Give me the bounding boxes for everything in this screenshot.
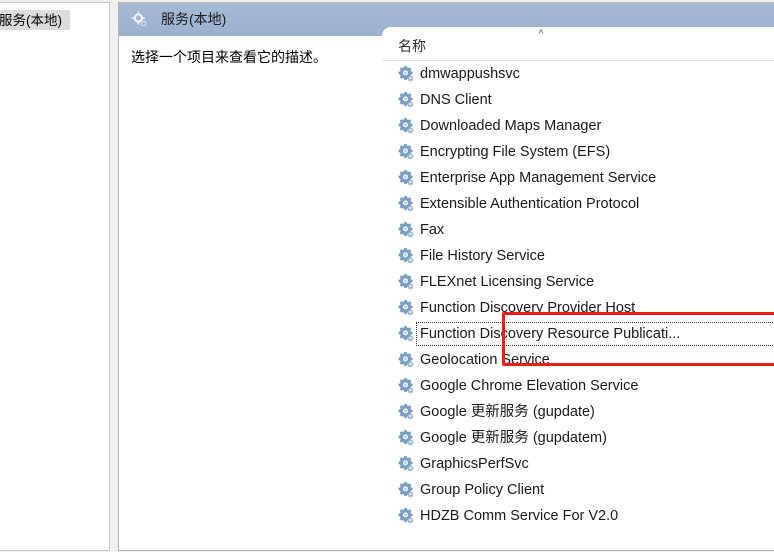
service-name-cell: Function Discovery Provider Host (420, 298, 635, 319)
service-gear-icon (398, 481, 415, 498)
service-list-row[interactable]: HDZB Comm Service For V2.0 正 (382, 503, 774, 529)
service-gear-icon (398, 273, 415, 290)
service-name-cell: GraphicsPerfSvc (420, 454, 529, 475)
service-list-row[interactable]: dmwappushsvc WAP... (382, 61, 774, 87)
service-name-cell: Fax (420, 220, 444, 241)
console-tree-pane: 服务(本地) (0, 2, 110, 551)
service-name-cell: Google 更新服务 (gupdatem) (420, 428, 607, 449)
service-list-row[interactable]: Enterprise App Management Service 启用... (382, 165, 774, 191)
service-list-row[interactable]: File History Service 将用... (382, 243, 774, 269)
service-name-cell: DNS Client (420, 90, 492, 111)
sort-ascending-icon: ^ (534, 29, 548, 39)
services-management-console: 服务(本地) (0, 0, 774, 552)
service-list-row[interactable]: Geolocation Service 此服... 正 (382, 347, 774, 373)
service-name-cell: Function Discovery Resource Publicati... (420, 324, 680, 345)
service-list-row[interactable]: Downloaded Maps Manager 供应... (382, 113, 774, 139)
service-gear-icon (398, 455, 415, 472)
service-name-cell: File History Service (420, 246, 545, 267)
service-gear-icon (398, 117, 415, 134)
service-list-row[interactable]: Google Chrome Elevation Service (382, 373, 774, 399)
service-gear-icon (398, 221, 415, 238)
service-gear-icon (398, 325, 415, 342)
service-name-cell: Enterprise App Management Service (420, 168, 656, 189)
service-list-row[interactable]: Encrypting File System (EFS) 提供... (382, 139, 774, 165)
service-gear-icon (398, 247, 415, 264)
pane-splitter[interactable] (111, 0, 118, 552)
service-list-row[interactable]: Google 更新服务 (gupdatem) 请确... (382, 425, 774, 451)
services-gear-icon (131, 11, 148, 28)
service-list-row[interactable]: FLEXnet Licensing Service This ... (382, 269, 774, 295)
service-name-cell: Google Chrome Elevation Service (420, 376, 638, 397)
service-name-cell: Geolocation Service (420, 350, 550, 371)
tree-item-services-local[interactable]: 服务(本地) (0, 10, 70, 30)
service-name-cell: Downloaded Maps Manager (420, 116, 601, 137)
service-list-row[interactable]: Group Policy Client 此服... (382, 477, 774, 503)
detail-hint-text: 选择一个项目来查看它的描述。 (131, 47, 327, 67)
service-list-row[interactable]: Extensible Authentication Protocol 可扩... (382, 191, 774, 217)
column-header-name[interactable]: 名称 (398, 37, 426, 55)
service-gear-icon (398, 429, 415, 446)
service-name-cell: FLEXnet Licensing Service (420, 272, 594, 293)
service-gear-icon (398, 91, 415, 108)
service-list-row[interactable]: DNS Client DNS... 正 (382, 87, 774, 113)
service-gear-icon (398, 377, 415, 394)
services-list-body: dmwappushsvc WAP... DNS Client DNS... 正 (382, 61, 774, 551)
detail-header-title: 服务(本地) (161, 9, 226, 29)
service-name-cell: Google 更新服务 (gupdate) (420, 402, 595, 423)
service-gear-icon (398, 169, 415, 186)
list-column-header-row: 名称 ^ 描述 状态 (382, 27, 774, 61)
service-list-row[interactable]: GraphicsPerfSvc Gra... (382, 451, 774, 477)
service-list-row[interactable]: Function Discovery Resource Publicati...… (382, 321, 774, 347)
service-gear-icon (398, 403, 415, 420)
service-name-cell: dmwappushsvc (420, 64, 520, 85)
service-name-cell: HDZB Comm Service For V2.0 (420, 506, 618, 527)
service-gear-icon (398, 507, 415, 524)
service-gear-icon (398, 299, 415, 316)
service-gear-icon (398, 351, 415, 368)
services-list-view: 名称 ^ 描述 状态 dmwappushsvc (382, 27, 774, 551)
service-list-row[interactable]: Google 更新服务 (gupdate) 请确... (382, 399, 774, 425)
service-gear-icon (398, 195, 415, 212)
console-detail-pane: 服务(本地) 选择一个项目来查看它的描述。 名称 ^ 描述 状态 (118, 2, 774, 551)
service-name-cell: Extensible Authentication Protocol (420, 194, 639, 215)
service-gear-icon (398, 143, 415, 160)
service-gear-icon (398, 65, 415, 82)
service-name-cell: Group Policy Client (420, 480, 544, 501)
service-name-cell: Encrypting File System (EFS) (420, 142, 610, 163)
service-list-row[interactable]: Fax 利用... (382, 217, 774, 243)
service-list-row[interactable]: Function Discovery Provider Host FDP... (382, 295, 774, 321)
